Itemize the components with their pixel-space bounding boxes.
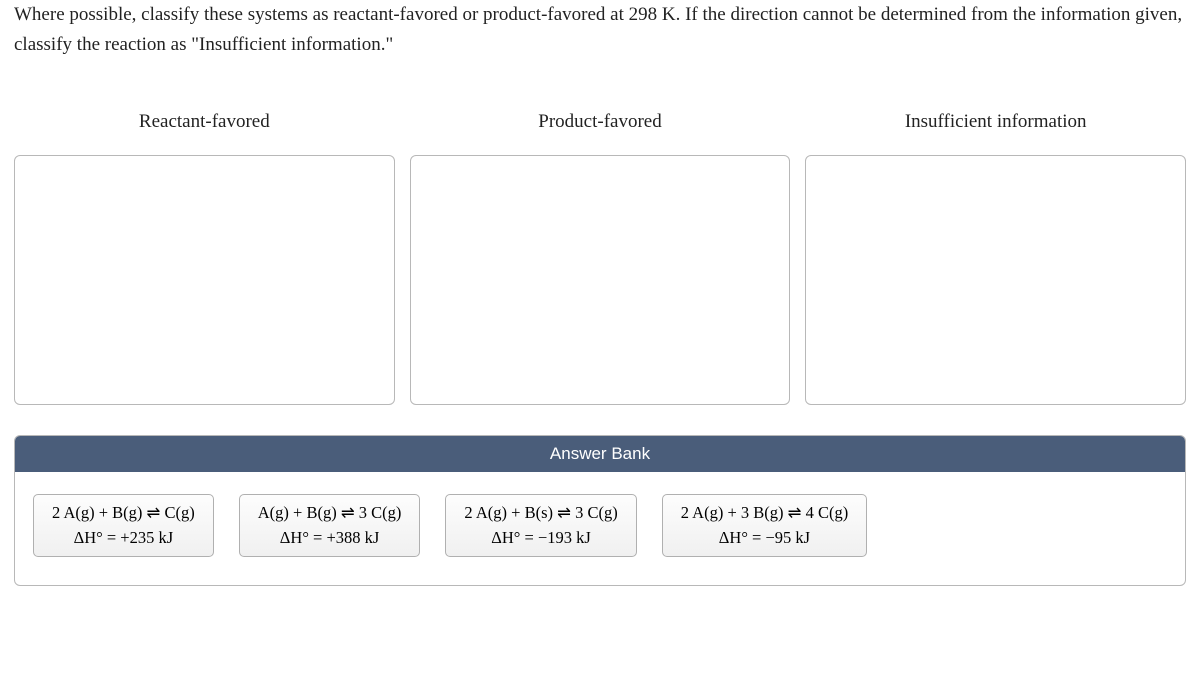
category-product-favored: Product-favored xyxy=(410,111,791,405)
categories-row: Reactant-favored Product-favored Insuffi… xyxy=(10,111,1190,405)
answer-item[interactable]: A(g) + B(g) ⇌ 3 C(g) ΔH° = +388 kJ xyxy=(239,494,421,558)
enthalpy-text: ΔH° = +388 kJ xyxy=(258,526,402,551)
answer-item[interactable]: 2 A(g) + B(s) ⇌ 3 C(g) ΔH° = −193 kJ xyxy=(445,494,636,558)
drop-zone-product[interactable] xyxy=(410,155,791,405)
reaction-text: 2 A(g) + B(g) ⇌ C(g) xyxy=(52,501,195,526)
category-reactant-favored: Reactant-favored xyxy=(14,111,395,405)
answer-item[interactable]: 2 A(g) + 3 B(g) ⇌ 4 C(g) ΔH° = −95 kJ xyxy=(662,494,868,558)
answer-bank: Answer Bank 2 A(g) + B(g) ⇌ C(g) ΔH° = +… xyxy=(14,435,1186,587)
answer-bank-items: 2 A(g) + B(g) ⇌ C(g) ΔH° = +235 kJ A(g) … xyxy=(15,472,1185,586)
answer-bank-title: Answer Bank xyxy=(15,436,1185,472)
drop-zone-reactant[interactable] xyxy=(14,155,395,405)
category-label: Reactant-favored xyxy=(14,111,395,133)
reaction-text: 2 A(g) + 3 B(g) ⇌ 4 C(g) xyxy=(681,501,849,526)
enthalpy-text: ΔH° = −193 kJ xyxy=(464,526,617,551)
answer-item[interactable]: 2 A(g) + B(g) ⇌ C(g) ΔH° = +235 kJ xyxy=(33,494,214,558)
category-label: Product-favored xyxy=(410,111,791,133)
category-label: Insufficient information xyxy=(805,111,1186,133)
enthalpy-text: ΔH° = −95 kJ xyxy=(681,526,849,551)
question-text: Where possible, classify these systems a… xyxy=(10,0,1190,61)
drop-zone-insufficient[interactable] xyxy=(805,155,1186,405)
reaction-text: 2 A(g) + B(s) ⇌ 3 C(g) xyxy=(464,501,617,526)
enthalpy-text: ΔH° = +235 kJ xyxy=(52,526,195,551)
reaction-text: A(g) + B(g) ⇌ 3 C(g) xyxy=(258,501,402,526)
category-insufficient: Insufficient information xyxy=(805,111,1186,405)
